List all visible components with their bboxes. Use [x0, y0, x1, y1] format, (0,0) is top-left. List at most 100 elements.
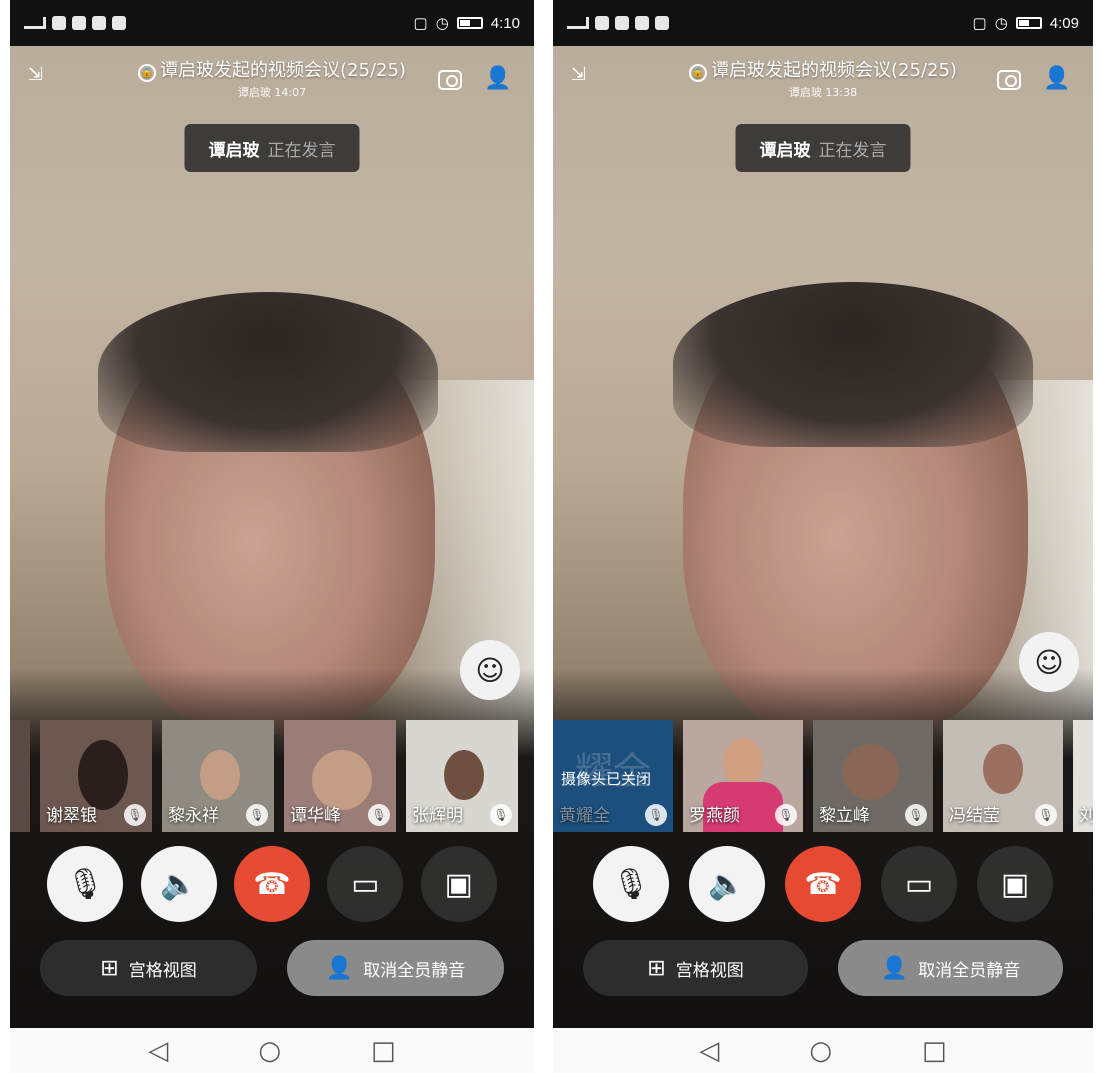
participant-thumb[interactable]: 谢翠银 🎙 [40, 720, 152, 832]
home-icon[interactable]: ○ [258, 1036, 281, 1066]
mute-mic-button[interactable]: 🎙 [593, 846, 669, 922]
call-controls: 🎙 🔈 ☎ ▭ ▣ [10, 846, 534, 922]
participant-thumb[interactable]: 黎立峰 🎙 [813, 720, 933, 832]
hang-up-button[interactable]: ☎ [233, 846, 310, 922]
app-icon [72, 16, 86, 30]
meeting-topbar: ⇲ 🔒 谭启玻发起的视频会议(25/25) 谭启玻 14:07 👤 [10, 56, 534, 106]
android-nav-bar: ◁ ○ □ [10, 1028, 534, 1073]
alarm-icon: ◷ [994, 15, 1008, 32]
participant-thumb[interactable]: 罗燕颜 🎙 [683, 720, 803, 832]
clock: 4:09 [1049, 14, 1079, 32]
right-phone-screen: ▢ ◷ 4:09 ⇲ 🔒 谭启玻发起的视频会议(25/25) 谭启玻 13:38 … [553, 0, 1093, 1073]
speaker-name: 谭启玻 [759, 140, 811, 161]
participant-thumb[interactable] [10, 720, 30, 832]
speaker-indicator: 谭启玻 正在发言 [184, 124, 360, 172]
participant-strip[interactable]: 耀全 摄像头已关闭 黄耀全 🎙 罗燕颜 🎙 黎立峰 🎙 冯结莹 🎙 刘 [553, 720, 1093, 832]
participant-thumb[interactable]: 谭华峰 🎙 [284, 720, 396, 832]
speaker-icon: 🔈 [159, 866, 198, 902]
participant-thumb[interactable]: 冯结莹 🎙 [943, 720, 1063, 832]
screen-share-button[interactable]: ▣ [420, 846, 497, 922]
home-icon[interactable]: ○ [809, 1036, 832, 1066]
camera-button[interactable]: ▭ [881, 846, 957, 922]
smiley-icon: ☺ [475, 653, 505, 687]
status-bar: ▢ ◷ 4:10 [10, 0, 534, 46]
mic-muted-icon: 🎙 [368, 804, 390, 826]
participant-strip[interactable]: 谢翠银 🎙 黎永祥 🎙 谭华峰 🎙 张辉明 🎙 [10, 720, 518, 832]
switch-camera-icon[interactable] [438, 70, 462, 90]
smiley-icon: ☺ [1034, 645, 1064, 679]
action-pills: ⊞ 宫格视图 👤 取消全员静音 [553, 940, 1093, 996]
grid-view-button[interactable]: ⊞ 宫格视图 [583, 940, 808, 996]
unmute-all-button[interactable]: 👤 取消全员静音 [287, 940, 504, 996]
mic-muted-icon: 🎙 [1035, 804, 1057, 826]
alarm-icon: ◷ [435, 15, 449, 32]
mic-muted-icon: 🎙 [775, 804, 797, 826]
participant-name: 冯结莹 [949, 806, 1000, 826]
camera-icon: ▭ [904, 866, 934, 902]
emoji-reaction-button[interactable]: ☺ [1019, 632, 1079, 692]
main-video[interactable]: ▢ ◷ 4:09 ⇲ 🔒 谭启玻发起的视频会议(25/25) 谭启玻 13:38 … [553, 0, 1093, 1028]
lock-icon: 🔒 [689, 64, 708, 82]
recents-icon[interactable]: □ [922, 1036, 947, 1066]
clock: 4:10 [490, 14, 520, 32]
hang-up-icon: ☎ [253, 866, 291, 902]
speaker-hair [98, 292, 438, 452]
participant-thumb[interactable]: 耀全 摄像头已关闭 黄耀全 🎙 [553, 720, 673, 832]
person-unmute-icon: 👤 [325, 955, 354, 981]
main-video[interactable]: ▢ ◷ 4:10 ⇲ 🔒 谭启玻发起的视频会议(25/25) 谭启玻 14:07 … [10, 0, 534, 1028]
unmute-all-label: 取消全员静音 [918, 960, 1021, 981]
meeting-title: 谭启玻发起的视频会议(25/25) [711, 60, 957, 81]
switch-camera-icon[interactable] [997, 70, 1021, 90]
status-right: ▢ ◷ 4:10 [414, 14, 520, 33]
shield-icon [92, 16, 106, 30]
mute-mic-button[interactable]: 🎙 [47, 846, 124, 922]
speaker-indicator: 谭启玻 正在发言 [735, 124, 911, 172]
mic-muted-icon: 🎙 [645, 804, 667, 826]
battery-icon [456, 17, 483, 29]
status-right: ▢ ◷ 4:09 [972, 14, 1079, 33]
mic-muted-icon: 🎙 [905, 804, 927, 826]
add-person-icon[interactable]: 👤 [484, 66, 512, 94]
app-icon [615, 16, 629, 30]
status-icons [567, 16, 669, 30]
screen-share-button[interactable]: ▣ [977, 846, 1053, 922]
grid-view-button[interactable]: ⊞ 宫格视图 [40, 940, 257, 996]
person-unmute-icon: 👤 [880, 955, 909, 981]
speaker-hair [673, 282, 1033, 447]
unmute-all-label: 取消全员静音 [363, 960, 466, 981]
camera-button[interactable]: ▭ [327, 846, 404, 922]
grid-view-label: 宫格视图 [675, 960, 744, 981]
status-icons [24, 16, 126, 30]
hang-up-icon: ☎ [804, 866, 842, 902]
mic-off-icon: 🎙 [611, 866, 651, 902]
android-nav-bar: ◁ ○ □ [553, 1028, 1093, 1073]
meeting-topbar: ⇲ 🔒 谭启玻发起的视频会议(25/25) 谭启玻 13:38 👤 [553, 56, 1093, 106]
back-icon[interactable]: ◁ [699, 1036, 719, 1066]
participant-thumb[interactable]: 黎永祥 🎙 [162, 720, 274, 832]
grid-icon: ⊞ [100, 955, 119, 981]
participant-thumb[interactable]: 刘 [1073, 720, 1093, 832]
participant-name: 张辉明 [412, 806, 463, 826]
left-phone-screen: ▢ ◷ 4:10 ⇲ 🔒 谭启玻发起的视频会议(25/25) 谭启玻 14:07 … [10, 0, 534, 1073]
mic-muted-icon: 🎙 [490, 804, 512, 826]
recents-icon[interactable]: □ [371, 1036, 396, 1066]
emoji-reaction-button[interactable]: ☺ [460, 640, 520, 700]
mic-muted-icon: 🎙 [124, 804, 146, 826]
participant-thumb[interactable]: 张辉明 🎙 [406, 720, 518, 832]
participant-name: 谭华峰 [290, 806, 341, 826]
participant-name: 罗燕颜 [689, 806, 740, 826]
unmute-all-button[interactable]: 👤 取消全员静音 [838, 940, 1063, 996]
add-person-icon[interactable]: 👤 [1043, 66, 1071, 94]
nfc-icon: ▢ [972, 15, 987, 32]
lock-icon: 🔒 [138, 64, 157, 82]
hang-up-button[interactable]: ☎ [785, 846, 861, 922]
camera-icon: ▭ [351, 866, 380, 902]
bell-icon [112, 16, 126, 30]
participant-name: 黎永祥 [168, 806, 219, 826]
battery-icon [1015, 17, 1042, 29]
back-icon[interactable]: ◁ [148, 1036, 168, 1066]
speaker-button[interactable]: 🔈 [689, 846, 765, 922]
shield-icon [635, 16, 649, 30]
status-bar: ▢ ◷ 4:09 [553, 0, 1093, 46]
speaker-button[interactable]: 🔈 [140, 846, 217, 922]
